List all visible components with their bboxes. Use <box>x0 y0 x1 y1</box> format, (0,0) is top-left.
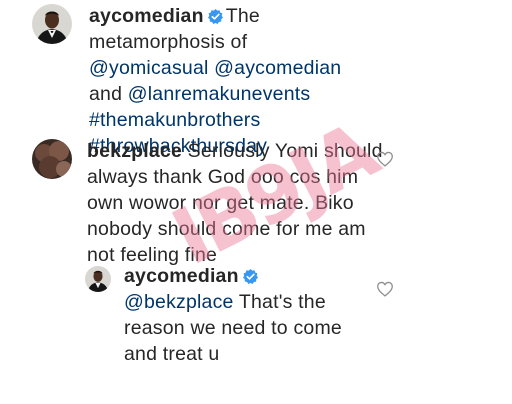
reply-mention[interactable]: @bekzplace <box>124 291 234 313</box>
post-username[interactable]: aycomedian <box>89 5 204 27</box>
mention-lanremakunevents[interactable]: @lanremakunevents <box>128 83 311 105</box>
profile-photo <box>85 266 111 292</box>
heart-icon[interactable] <box>376 151 394 167</box>
reply-item: aycomedian @bekzplace That's the reason … <box>85 265 354 367</box>
verified-badge-icon <box>242 269 258 284</box>
comment-item: bekzplace Seriously Yomi should always t… <box>32 139 387 268</box>
reply-username[interactable]: aycomedian <box>124 265 239 287</box>
avatar[interactable] <box>32 4 72 44</box>
profile-photo <box>32 139 72 179</box>
avatar[interactable] <box>32 139 72 179</box>
heart-icon[interactable] <box>376 281 394 297</box>
comment-username[interactable]: bekzplace <box>87 140 182 162</box>
profile-photo <box>32 4 72 44</box>
mention-yomicasual[interactable]: @yomicasual <box>89 57 209 79</box>
mention-aycomedian[interactable]: @aycomedian <box>214 57 341 79</box>
hashtag-themakunbrothers[interactable]: #themakunbrothers <box>89 109 260 131</box>
post-caption: aycomedian The metamorphosis of @yomicasu… <box>32 3 389 159</box>
verified-badge-icon <box>207 9 223 24</box>
caption-and: and <box>89 83 123 105</box>
avatar[interactable] <box>85 266 111 292</box>
